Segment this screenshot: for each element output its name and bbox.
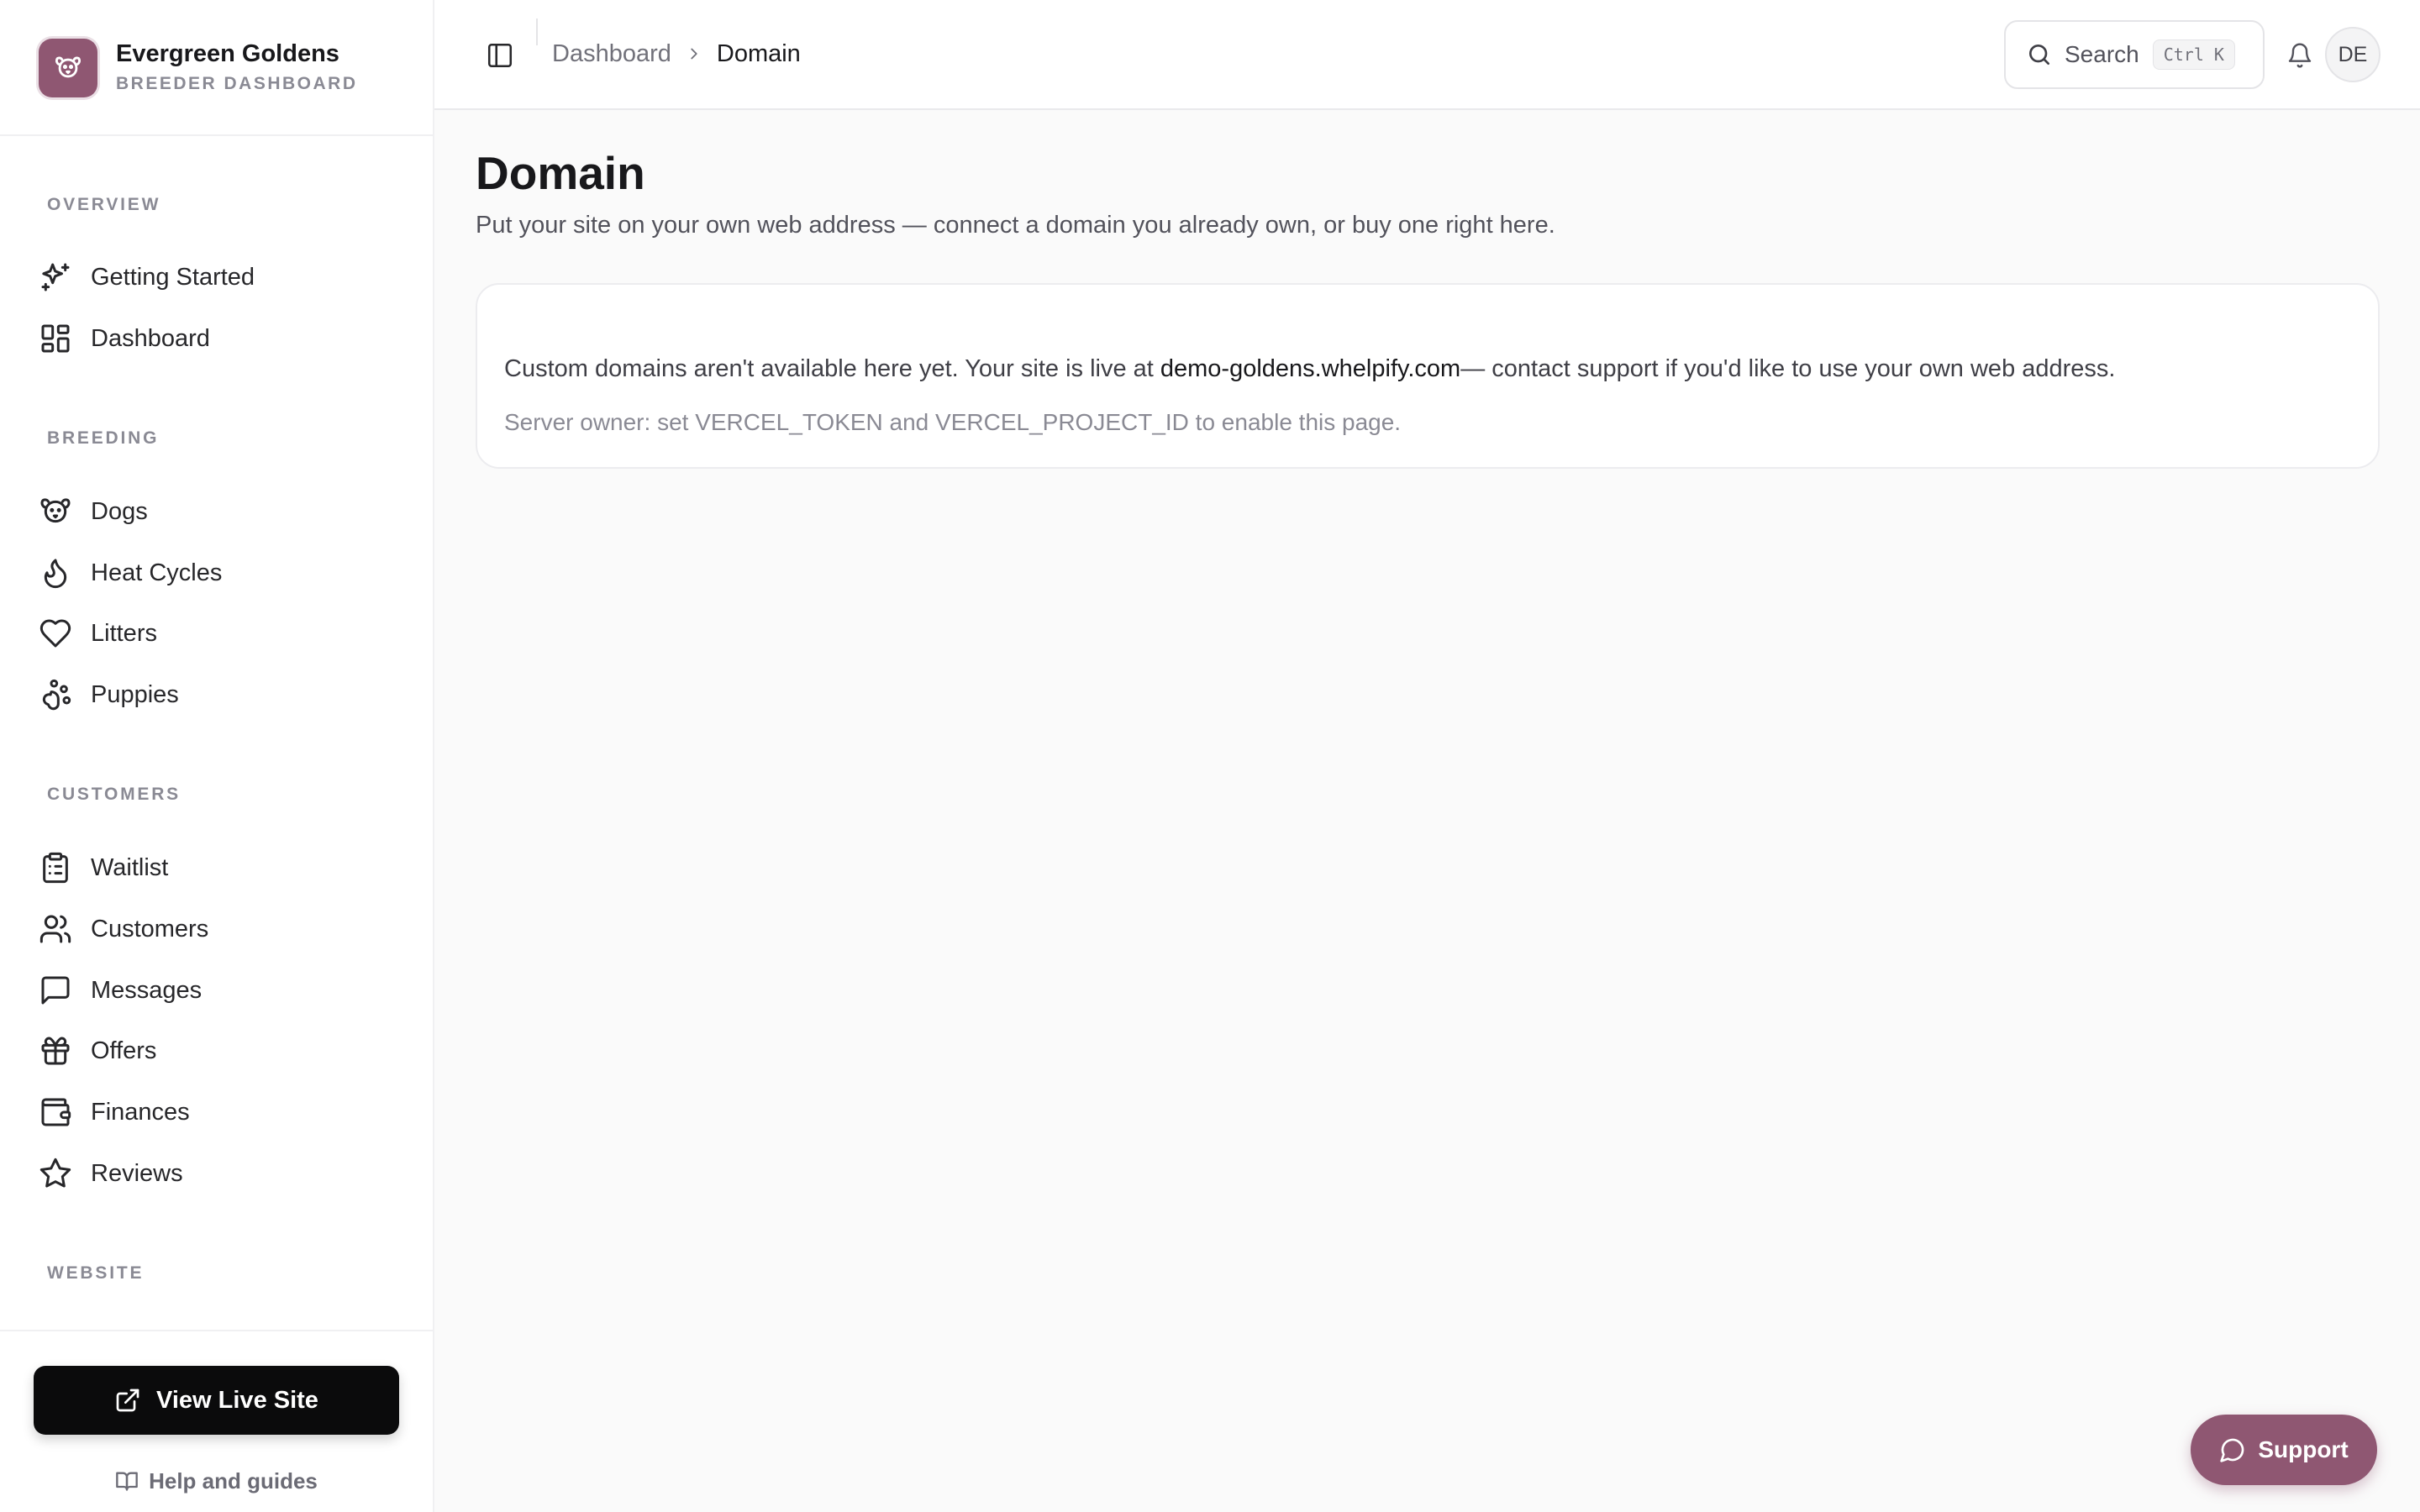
sidebar-item-getting-started[interactable]: Getting Started [34, 249, 403, 305]
search-icon [2026, 41, 2053, 68]
sidebar-item-puppies[interactable]: Puppies [34, 667, 403, 722]
sidebar-item-offers[interactable]: Offers [34, 1023, 403, 1079]
sidebar-item-heat-cycles[interactable]: Heat Cycles [34, 545, 403, 601]
page-title: Domain [476, 147, 645, 199]
notifications-button[interactable] [2281, 37, 2318, 74]
breadcrumb-current: Domain [716, 39, 801, 67]
view-live-site-label: View Live Site [156, 1386, 318, 1414]
sidebar-item-dashboard[interactable]: Dashboard [34, 311, 403, 366]
dog-icon [37, 493, 74, 530]
sidebar-item-litters[interactable]: Litters [34, 606, 403, 661]
help-and-guides-label: Help and guides [149, 1467, 318, 1494]
star-icon [37, 1155, 74, 1192]
top-bar: Dashboard Domain Search Ctrl K DE [434, 0, 2420, 110]
paw-icon [37, 676, 74, 713]
sidebar-item-label: Finances [91, 1098, 190, 1126]
brand-subtitle: BREEDER DASHBOARD [116, 74, 358, 93]
bell-icon [2286, 42, 2313, 69]
breadcrumb: Dashboard Domain [552, 37, 801, 71]
notice-suffix: — contact support if you'd like to use y… [1460, 355, 2116, 382]
sidebar-item-label: Puppies [91, 680, 179, 708]
heart-icon [37, 615, 74, 652]
sidebar-footer: View Live Site Help and guides [0, 1330, 433, 1512]
sparkles-icon [37, 259, 74, 296]
sidebar-item-label: Litters [91, 619, 157, 647]
users-icon [37, 911, 74, 948]
book-open-icon [115, 1469, 139, 1493]
live-domain-text: demo-goldens.whelpify.com [1160, 355, 1461, 382]
sidebar-item-reviews[interactable]: Reviews [34, 1146, 403, 1201]
domain-unavailable-notice: Custom domains aren't available here yet… [504, 355, 2115, 383]
search-button[interactable]: Search Ctrl K [2004, 20, 2265, 89]
message-square-icon [37, 972, 74, 1009]
support-button[interactable]: Support [2191, 1415, 2377, 1485]
sidebar-item-label: Heat Cycles [91, 559, 223, 586]
flame-icon [37, 554, 74, 591]
sidebar-item-waitlist[interactable]: Waitlist [34, 840, 403, 895]
search-shortcut-badge: Ctrl K [2152, 39, 2235, 70]
section-label-overview: OVERVIEW [47, 195, 161, 214]
gift-icon [37, 1032, 74, 1069]
section-label-website: WEBSITE [47, 1263, 145, 1283]
clipboard-list-icon [37, 849, 74, 886]
sidebar-item-label: Dashboard [91, 324, 210, 352]
view-live-site-button[interactable]: View Live Site [34, 1366, 399, 1435]
server-owner-note: Server owner: set VERCEL_TOKEN and VERCE… [504, 409, 1402, 435]
sidebar-item-messages[interactable]: Messages [34, 963, 403, 1018]
notice-prefix: Custom domains aren't available here yet… [504, 355, 1160, 382]
wallet-icon [37, 1094, 74, 1131]
message-circle-icon [2219, 1436, 2246, 1463]
sidebar-item-label: Waitlist [91, 853, 169, 881]
sidebar-item-customers[interactable]: Customers [34, 901, 403, 957]
help-and-guides-link[interactable]: Help and guides [0, 1464, 433, 1498]
brand-name: Evergreen Goldens [116, 40, 339, 67]
section-label-breeding: BREEDING [47, 428, 160, 448]
layout-grid-icon [37, 320, 74, 357]
sidebar: Evergreen Goldens BREEDER DASHBOARD OVER… [0, 0, 434, 1512]
sidebar-item-dogs[interactable]: Dogs [34, 484, 403, 539]
section-label-customers: CUSTOMERS [47, 785, 181, 804]
sidebar-item-label: Reviews [91, 1159, 183, 1187]
panel-left-icon [486, 41, 514, 70]
external-link-icon [114, 1387, 141, 1414]
page-description: Put your site on your own web address — … [476, 212, 1555, 239]
support-label: Support [2258, 1436, 2349, 1462]
chevron-right-icon [685, 45, 703, 63]
sidebar-item-label: Offers [91, 1037, 157, 1064]
user-avatar[interactable]: DE [2325, 27, 2381, 82]
search-label: Search [2065, 41, 2139, 67]
brand-header[interactable]: Evergreen Goldens BREEDER DASHBOARD [0, 0, 433, 136]
header-divider [536, 18, 538, 45]
breadcrumb-dashboard-link[interactable]: Dashboard [552, 40, 671, 68]
sidebar-item-label: Getting Started [91, 263, 255, 291]
sidebar-item-label: Customers [91, 915, 209, 942]
sidebar-toggle-button[interactable] [481, 37, 518, 74]
sidebar-item-finances[interactable]: Finances [34, 1084, 403, 1140]
domain-card: Custom domains aren't available here yet… [476, 283, 2380, 469]
sidebar-item-label: Messages [91, 976, 203, 1004]
app-root: Evergreen Goldens BREEDER DASHBOARD OVER… [0, 0, 2420, 1512]
sidebar-item-label: Dogs [91, 497, 148, 525]
dog-face-icon [39, 39, 97, 97]
